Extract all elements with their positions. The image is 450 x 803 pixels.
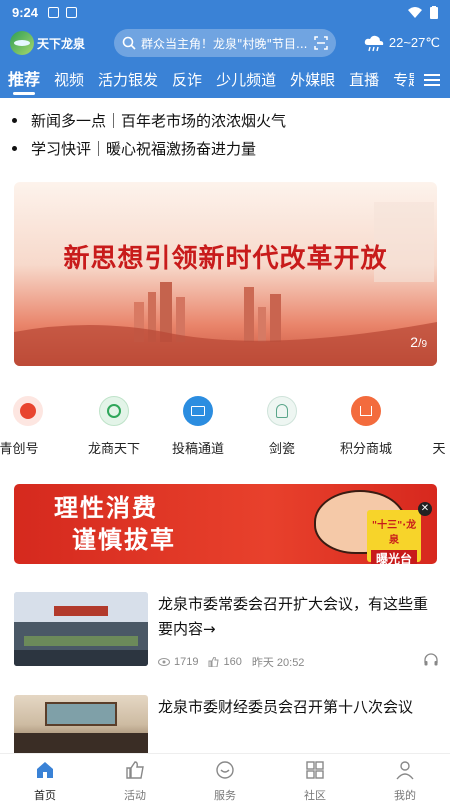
status-time: 9:24 bbox=[12, 4, 39, 20]
tab-kids[interactable]: 少儿频道 bbox=[216, 62, 276, 98]
like-count: 160 bbox=[223, 656, 242, 668]
headline-text: 新闻多一点｜百年老市场的浓浓烟火气 bbox=[31, 112, 287, 130]
user-icon bbox=[396, 761, 414, 780]
tab-silver[interactable]: 活力银发 bbox=[98, 62, 158, 98]
app-header: 天下龙泉 群众当主角！龙泉"村晚"节目... 22~27℃ bbox=[0, 24, 450, 62]
scan-icon[interactable] bbox=[314, 36, 328, 50]
bullet-icon bbox=[12, 146, 17, 151]
ad-banner[interactable]: 理性消费 谨慎拔草 "十三"·龙泉 曝光台 ✕ bbox=[14, 484, 437, 564]
headline-text: 学习快评｜暖心祝福激扬奋进力量 bbox=[31, 140, 257, 158]
tab-live[interactable]: 直播 bbox=[349, 62, 379, 98]
app-logo[interactable]: 天下龙泉 bbox=[10, 31, 98, 55]
search-text: 群众当主角！龙泉"村晚"节目... bbox=[141, 36, 308, 51]
menu-button[interactable] bbox=[414, 62, 450, 98]
longshang-icon bbox=[99, 396, 129, 426]
logo-text: 天下龙泉 bbox=[37, 36, 86, 51]
search-bar[interactable]: 群众当主角！龙泉"村晚"节目... bbox=[114, 29, 336, 57]
article-item[interactable]: 龙泉市委常委会召开扩大会议，有这些重要内容→ 1719 160 昨天 20:52 bbox=[14, 592, 438, 670]
quick-link-points-mall[interactable]: 积分商城 bbox=[336, 396, 396, 457]
tab-foreign-media[interactable]: 外媒眼 bbox=[290, 62, 335, 98]
banner-title: 新思想引领新时代改革开放 bbox=[63, 244, 388, 274]
nav-profile[interactable]: 我的 bbox=[360, 754, 450, 802]
channel-tabs: 推荐 视频 活力银发 反诈 少儿频道 外媒眼 直播 专题 bbox=[0, 62, 450, 98]
tab-video[interactable]: 视频 bbox=[54, 62, 84, 98]
quick-link-more[interactable]: 天 bbox=[424, 396, 450, 457]
publish-time: 昨天 20:52 bbox=[251, 657, 305, 669]
thumb-up-icon bbox=[208, 657, 220, 667]
banner-page-indicator: 2/9 bbox=[410, 334, 427, 350]
cart-icon bbox=[351, 396, 381, 426]
nav-service[interactable]: 服务 bbox=[180, 754, 270, 802]
tab-antifraud[interactable]: 反诈 bbox=[172, 62, 202, 98]
view-count: 1719 bbox=[174, 656, 199, 668]
ad-slogan: 理性消费 谨慎拔草 bbox=[54, 493, 176, 554]
article-thumbnail bbox=[14, 592, 148, 666]
carousel-banner[interactable]: 新思想引领新时代改革开放 2/9 bbox=[14, 182, 437, 366]
quick-link-longshang[interactable]: 龙商天下 bbox=[84, 396, 144, 457]
home-icon bbox=[37, 762, 53, 778]
article-title: 龙泉市委常委会召开扩大会议，有这些重要内容→ bbox=[158, 595, 429, 638]
status-bar: 9:24 bbox=[0, 0, 450, 24]
image-icon bbox=[48, 6, 60, 18]
nav-home[interactable]: 首页 bbox=[0, 754, 90, 802]
bottom-nav: 首页 活动 服务 社区 我的 bbox=[0, 753, 450, 802]
grid-icon bbox=[306, 761, 324, 779]
article-title: 龙泉市委财经委员会召开第十八次会议 bbox=[158, 698, 414, 716]
article-meta: 1719 160 昨天 20:52 bbox=[158, 654, 304, 670]
quick-links: 青创号 龙商天下 投稿通道 剑瓷 积分商城 天 bbox=[0, 396, 450, 460]
ad-close-button[interactable]: ✕ bbox=[418, 502, 432, 516]
menu-icon bbox=[424, 74, 440, 86]
more-icon bbox=[424, 396, 450, 426]
cloud-rain-icon bbox=[364, 35, 384, 52]
battery-icon bbox=[430, 5, 438, 19]
exposure-badge: "十三"·龙泉 曝光台 bbox=[367, 510, 421, 564]
quick-link-jianci[interactable]: 剑瓷 bbox=[252, 396, 312, 457]
weather-temp: 22~27℃ bbox=[388, 35, 440, 50]
nav-activity[interactable]: 活动 bbox=[90, 754, 180, 802]
nav-community[interactable]: 社区 bbox=[270, 754, 360, 802]
quick-link-submission[interactable]: 投稿通道 bbox=[168, 396, 228, 457]
jianci-icon bbox=[267, 396, 297, 426]
service-icon bbox=[216, 761, 234, 779]
wifi-icon bbox=[408, 7, 422, 18]
quick-link-qingchuang[interactable]: 青创号 bbox=[0, 396, 58, 457]
eye-icon bbox=[158, 658, 170, 666]
logo-mark-icon bbox=[10, 31, 34, 55]
search-icon bbox=[122, 36, 136, 50]
bullet-icon bbox=[12, 118, 17, 123]
mail-icon bbox=[183, 396, 213, 426]
app-a-icon bbox=[66, 6, 78, 18]
headphones-icon[interactable] bbox=[424, 653, 438, 666]
tab-recommend[interactable]: 推荐 bbox=[8, 62, 40, 98]
thumb-icon bbox=[126, 761, 144, 779]
weather-widget[interactable]: 22~27℃ bbox=[363, 34, 440, 52]
headline-item[interactable]: 新闻多一点｜百年老市场的浓浓烟火气 bbox=[12, 110, 286, 131]
headline-item[interactable]: 学习快评｜暖心祝福激扬奋进力量 bbox=[12, 138, 256, 159]
article-thumbnail bbox=[14, 695, 148, 753]
article-item[interactable]: 龙泉市委财经委员会召开第十八次会议 bbox=[14, 695, 438, 753]
qingchuang-icon bbox=[13, 396, 43, 426]
